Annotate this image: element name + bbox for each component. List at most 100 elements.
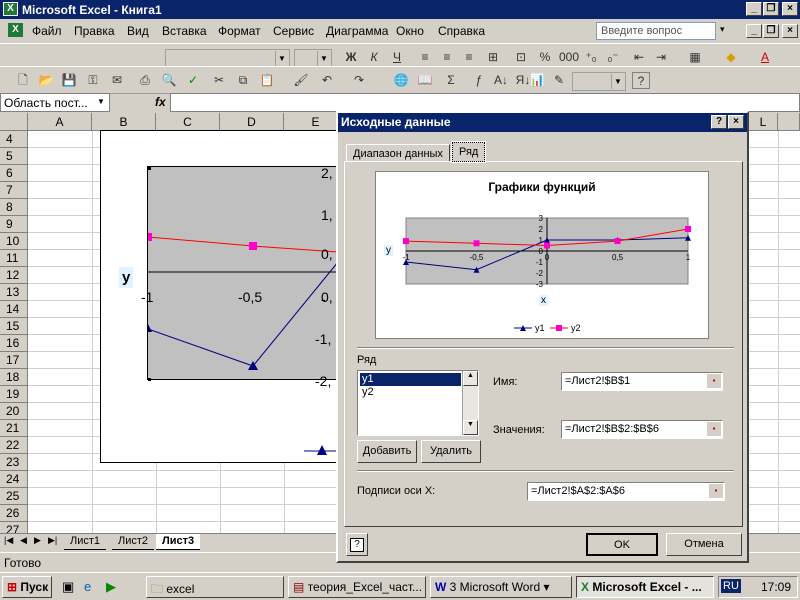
save-icon[interactable]: 💾 bbox=[60, 72, 78, 89]
series-list[interactable]: y1 y2 ▲ ▼ bbox=[357, 370, 479, 436]
taskbar-word[interactable]: W 3 Microsoft Word ▾ bbox=[430, 576, 572, 598]
fill-color-icon[interactable]: ◆ bbox=[722, 49, 740, 66]
prev-sheet-icon[interactable]: ◀ bbox=[20, 535, 27, 546]
row-header[interactable]: 20 bbox=[0, 403, 28, 420]
excel-app-icon[interactable]: X bbox=[3, 2, 18, 16]
internet-explorer-icon[interactable]: e bbox=[84, 579, 91, 594]
row-header[interactable]: 14 bbox=[0, 301, 28, 318]
row-header[interactable]: 18 bbox=[0, 369, 28, 386]
column-header[interactable]: B bbox=[92, 113, 156, 131]
spelling-icon[interactable]: ✓ bbox=[184, 72, 202, 89]
thousands-icon[interactable]: 000 bbox=[559, 49, 579, 66]
column-header-m[interactable] bbox=[778, 113, 800, 131]
series-list-scrollbar[interactable]: ▲ ▼ bbox=[462, 371, 478, 435]
row-header[interactable]: 25 bbox=[0, 488, 28, 505]
taskbar-theory-doc[interactable]: ▤ теория_Excel_част... bbox=[288, 576, 426, 598]
office-assistant-button[interactable]: ? bbox=[346, 533, 368, 556]
menu-view[interactable]: Вид bbox=[127, 24, 149, 38]
restore-button[interactable]: ❐ bbox=[763, 2, 779, 16]
series-values-input[interactable]: =Лист2!$B$2:$B$6 ▪ bbox=[561, 420, 723, 439]
align-center-icon[interactable]: ≡ bbox=[438, 49, 456, 66]
bold-icon[interactable]: Ж bbox=[342, 49, 360, 66]
hyperlink-icon[interactable]: 🌐 bbox=[392, 72, 410, 89]
row-header[interactable]: 8 bbox=[0, 199, 28, 216]
workbook-minimize-button[interactable]: _ bbox=[746, 24, 762, 38]
open-icon[interactable]: 📂 bbox=[37, 72, 55, 89]
row-header[interactable]: 17 bbox=[0, 352, 28, 369]
function-icon[interactable]: ƒ bbox=[470, 72, 488, 89]
column-header[interactable]: A bbox=[28, 113, 92, 131]
next-sheet-icon[interactable]: ▶ bbox=[34, 535, 41, 546]
row-header[interactable]: 23 bbox=[0, 454, 28, 471]
sort-ascending-icon[interactable]: A↓ bbox=[492, 72, 510, 89]
column-header[interactable]: D bbox=[220, 113, 284, 131]
start-button[interactable]: ⊞ Пуск bbox=[2, 576, 52, 598]
ask-dropdown-icon[interactable]: ▾ bbox=[720, 24, 725, 35]
cancel-button[interactable]: Отмена bbox=[666, 533, 742, 556]
align-right-icon[interactable]: ≡ bbox=[460, 49, 478, 66]
sheet-tab-2[interactable]: Лист2 bbox=[112, 534, 155, 550]
dialog-help-button[interactable]: ? bbox=[711, 115, 727, 129]
row-header[interactable]: 5 bbox=[0, 148, 28, 165]
chart-wizard-icon[interactable]: 📊 bbox=[528, 72, 546, 89]
row-header[interactable]: 22 bbox=[0, 437, 28, 454]
font-color-icon[interactable]: A bbox=[756, 49, 774, 66]
row-header[interactable]: 13 bbox=[0, 284, 28, 301]
taskbar-folder-excel[interactable]: 🗀 excel bbox=[146, 576, 284, 598]
close-button[interactable]: × bbox=[782, 2, 798, 16]
last-sheet-icon[interactable]: ▶| bbox=[48, 535, 57, 546]
collapse-dialog-icon[interactable]: ▪ bbox=[707, 374, 721, 388]
workbook-close-button[interactable]: × bbox=[782, 24, 798, 38]
redo-icon[interactable]: ↷ bbox=[350, 72, 368, 89]
workbook-restore-button[interactable]: ❐ bbox=[763, 24, 779, 38]
research-icon[interactable]: 📖 bbox=[416, 72, 434, 89]
borders-icon[interactable]: ▦ bbox=[686, 49, 704, 66]
increase-indent-icon[interactable]: ⇥ bbox=[652, 49, 670, 66]
name-box-dropdown-icon[interactable]: ▼ bbox=[97, 97, 105, 106]
name-box[interactable]: Область пост... bbox=[0, 93, 110, 112]
minimize-button[interactable]: _ bbox=[746, 2, 762, 16]
sheet-tab-3[interactable]: Лист3 bbox=[156, 534, 201, 550]
row-header[interactable]: 24 bbox=[0, 471, 28, 488]
language-indicator[interactable]: RU bbox=[721, 579, 741, 593]
series-item-y1[interactable]: y1 bbox=[360, 373, 461, 386]
sheet-tab-1[interactable]: Лист1 bbox=[64, 534, 107, 550]
menu-chart[interactable]: Диаграмма bbox=[326, 24, 388, 38]
cut-icon[interactable]: ✂ bbox=[210, 72, 228, 89]
scroll-up-icon[interactable]: ▲ bbox=[463, 371, 478, 386]
row-header[interactable]: 21 bbox=[0, 420, 28, 437]
column-header[interactable]: C bbox=[156, 113, 220, 131]
menu-file[interactable]: Файл bbox=[32, 24, 62, 38]
row-header[interactable]: 10 bbox=[0, 233, 28, 250]
menu-tools[interactable]: Сервис bbox=[273, 24, 314, 38]
row-header[interactable]: 11 bbox=[0, 250, 28, 267]
decrease-decimal-icon[interactable]: ₀⁻ bbox=[604, 49, 622, 66]
menu-window[interactable]: Окно bbox=[396, 24, 424, 38]
permission-icon[interactable]: ⚿ bbox=[84, 72, 102, 89]
row-header[interactable]: 9 bbox=[0, 216, 28, 233]
row-header[interactable]: 7 bbox=[0, 182, 28, 199]
row-header[interactable]: 6 bbox=[0, 165, 28, 182]
menu-insert[interactable]: Вставка bbox=[162, 24, 207, 38]
series-name-input[interactable]: =Лист2!$B$1 ▪ bbox=[561, 372, 723, 391]
scroll-down-icon[interactable]: ▼ bbox=[463, 420, 478, 435]
tab-series[interactable]: Ряд bbox=[450, 141, 487, 163]
italic-icon[interactable]: К bbox=[365, 49, 383, 66]
format-painter-icon[interactable]: 🖌 bbox=[292, 72, 310, 89]
series-item-y2[interactable]: y2 bbox=[360, 386, 461, 399]
dialog-close-button[interactable]: × bbox=[728, 115, 744, 129]
formula-input[interactable] bbox=[170, 93, 800, 112]
fx-icon[interactable]: fx bbox=[155, 95, 166, 109]
tab-data-range[interactable]: Диапазон данных bbox=[346, 144, 450, 162]
row-header[interactable]: 4 bbox=[0, 131, 28, 148]
ask-question-input[interactable]: Введите вопрос bbox=[596, 22, 716, 40]
row-header[interactable]: 26 bbox=[0, 505, 28, 522]
taskbar-excel[interactable]: X Microsoft Excel - ... bbox=[576, 576, 714, 598]
underline-icon[interactable]: Ч bbox=[388, 49, 406, 66]
collapse-dialog-icon[interactable]: ▪ bbox=[709, 484, 723, 498]
percent-icon[interactable]: % bbox=[536, 49, 554, 66]
paste-icon[interactable]: 📋 bbox=[258, 72, 276, 89]
zoom-combo[interactable]: ▼ bbox=[572, 72, 626, 91]
menu-edit[interactable]: Правка bbox=[74, 24, 115, 38]
first-sheet-icon[interactable]: |◀ bbox=[4, 535, 13, 546]
